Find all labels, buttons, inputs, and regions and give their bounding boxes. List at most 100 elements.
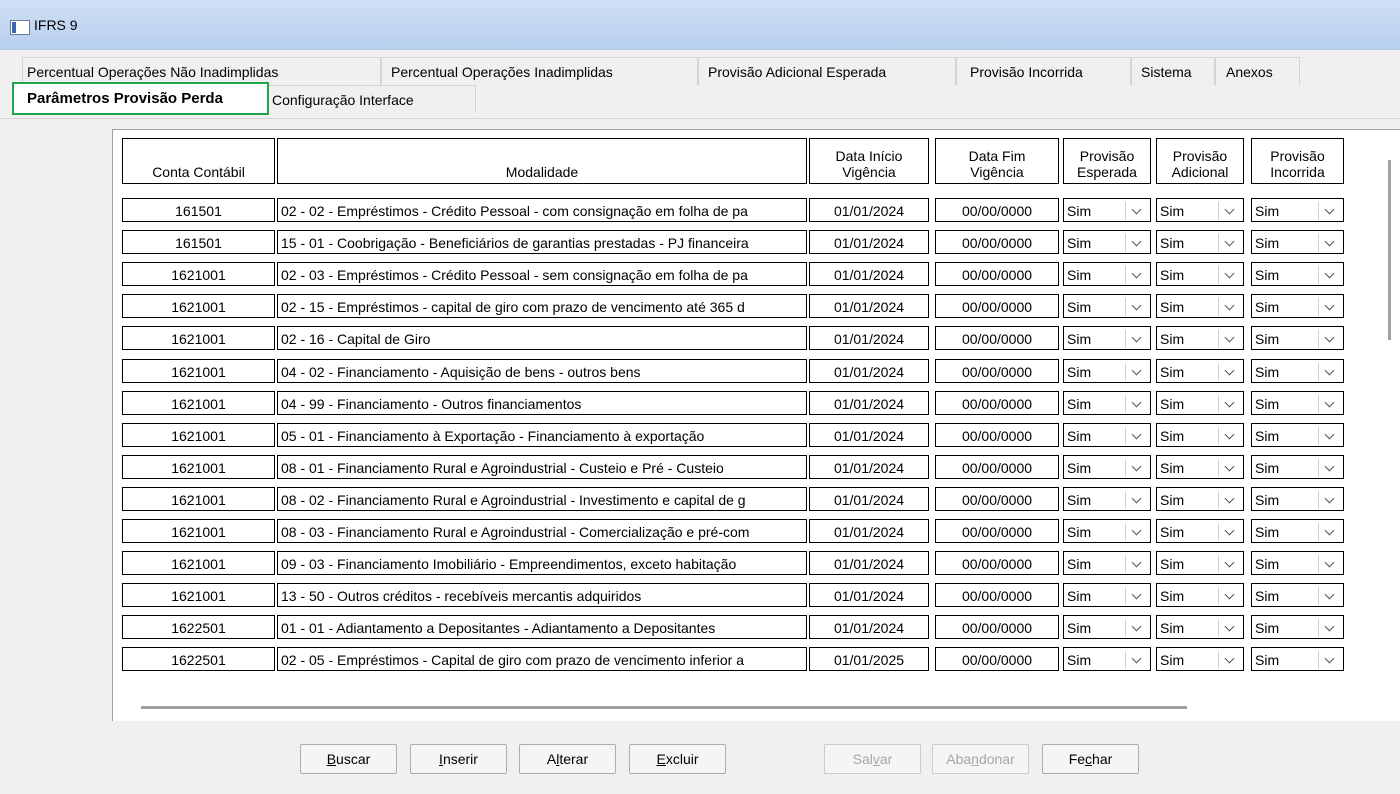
table-row[interactable]: 1621001 05 - 01 - Financiamento à Exporta… [113, 422, 1400, 451]
modalidade-cell[interactable]: 01 - 01 - Adiantamento a Depositantes - … [277, 615, 807, 640]
table-row[interactable]: 1621001 08 - 02 - Financiamento Rural e A… [113, 486, 1400, 515]
data-fim-cell[interactable]: 00/00/0000 [935, 422, 1059, 447]
header-provisao-adicional[interactable]: Provisão Adicional [1156, 138, 1244, 184]
conta-contabil-cell[interactable]: 1621001 [122, 326, 275, 351]
data-fim-cell[interactable]: 00/00/0000 [935, 519, 1059, 543]
provisao-adicional-select[interactable]: Sim [1156, 519, 1244, 543]
provisao-adicional-select[interactable]: Sim [1156, 615, 1244, 640]
data-inicio-cell[interactable]: 01/01/2024 [809, 326, 929, 351]
table-row[interactable]: 1622501 02 - 05 - Empréstimos - Capital d… [113, 647, 1400, 675]
provision-parameters-grid[interactable]: Conta Contábil Modalidade Data Início Vigê… [112, 129, 1400, 721]
chevron-down-icon[interactable] [1125, 202, 1147, 220]
data-fim-cell[interactable]: 00/00/0000 [935, 583, 1059, 608]
provisao-adicional-select[interactable]: Sim [1156, 294, 1244, 319]
data-fim-cell[interactable]: 00/00/0000 [935, 647, 1059, 672]
provisao-adicional-select[interactable]: Sim [1156, 390, 1244, 415]
chevron-down-icon[interactable] [1318, 458, 1340, 477]
chevron-down-icon[interactable] [1218, 458, 1240, 477]
header-data-inicio-vigencia[interactable]: Data Início Vigência [809, 138, 929, 184]
header-data-fim-vigencia[interactable]: Data Fim Vigência [935, 138, 1059, 184]
modalidade-cell[interactable]: 04 - 99 - Financiamento - Outros financi… [277, 390, 807, 415]
modalidade-cell[interactable]: 13 - 50 - Outros créditos - recebíveis m… [277, 583, 807, 608]
table-row[interactable]: 1621001 04 - 99 - Financiamento - Outros … [113, 390, 1400, 419]
provisao-incorrida-select[interactable]: Sim [1251, 519, 1344, 543]
data-fim-cell[interactable]: 00/00/0000 [935, 230, 1059, 255]
tab-provisao-incorrida[interactable]: Provisão Incorrida [956, 57, 1131, 85]
chevron-down-icon[interactable] [1218, 330, 1240, 349]
conta-contabil-cell[interactable]: 161501 [122, 230, 275, 255]
chevron-down-icon[interactable] [1318, 330, 1340, 349]
chevron-down-icon[interactable] [1218, 555, 1240, 574]
chevron-down-icon[interactable] [1218, 362, 1240, 381]
buscar-button[interactable]: Buscar [300, 744, 397, 774]
data-fim-cell[interactable]: 00/00/0000 [935, 615, 1059, 640]
data-inicio-cell[interactable]: 01/01/2024 [809, 454, 929, 479]
data-fim-cell[interactable]: 00/00/0000 [935, 486, 1059, 511]
modalidade-cell[interactable]: 02 - 02 - Empréstimos - Crédito Pessoal … [277, 198, 807, 222]
conta-contabil-cell[interactable]: 1621001 [122, 422, 275, 447]
chevron-down-icon[interactable] [1318, 587, 1340, 606]
chevron-down-icon[interactable] [1318, 202, 1340, 220]
modalidade-cell[interactable]: 02 - 15 - Empréstimos - capital de giro … [277, 294, 807, 319]
provisao-adicional-select[interactable]: Sim [1156, 454, 1244, 479]
table-row[interactable]: 1621001 09 - 03 - Financiamento Imobiliár… [113, 551, 1400, 579]
chevron-down-icon[interactable] [1218, 523, 1240, 541]
table-row[interactable]: 161501 02 - 02 - Empréstimos - Crédito Pe… [113, 198, 1400, 226]
chevron-down-icon[interactable] [1318, 362, 1340, 381]
modalidade-cell[interactable]: 08 - 02 - Financiamento Rural e Agroindu… [277, 486, 807, 511]
provisao-esperada-select[interactable]: Sim [1063, 551, 1151, 576]
chevron-down-icon[interactable] [1218, 266, 1240, 285]
data-fim-cell[interactable]: 00/00/0000 [935, 454, 1059, 479]
chevron-down-icon[interactable] [1218, 587, 1240, 606]
chevron-down-icon[interactable] [1318, 490, 1340, 509]
provisao-incorrida-select[interactable]: Sim [1251, 294, 1344, 319]
data-inicio-cell[interactable]: 01/01/2024 [809, 583, 929, 608]
chevron-down-icon[interactable] [1218, 619, 1240, 638]
data-inicio-cell[interactable]: 01/01/2024 [809, 551, 929, 576]
modalidade-cell[interactable]: 02 - 16 - Capital de Giro [277, 326, 807, 351]
alterar-button[interactable]: Alterar [519, 744, 616, 774]
provisao-incorrida-select[interactable]: Sim [1251, 198, 1344, 222]
modalidade-cell[interactable]: 04 - 02 - Financiamento - Aquisição de b… [277, 358, 807, 383]
chevron-down-icon[interactable] [1318, 555, 1340, 574]
chevron-down-icon[interactable] [1218, 394, 1240, 413]
conta-contabil-cell[interactable]: 1621001 [122, 390, 275, 415]
conta-contabil-cell[interactable]: 1621001 [122, 294, 275, 319]
data-fim-cell[interactable]: 00/00/0000 [935, 326, 1059, 351]
modalidade-cell[interactable]: 08 - 03 - Financiamento Rural e Agroindu… [277, 519, 807, 543]
chevron-down-icon[interactable] [1125, 619, 1147, 638]
header-conta-contabil[interactable]: Conta Contábil [122, 138, 275, 184]
provisao-incorrida-select[interactable]: Sim [1251, 358, 1344, 383]
excluir-button[interactable]: Excluir [629, 744, 726, 774]
provisao-esperada-select[interactable]: Sim [1063, 230, 1151, 255]
provisao-adicional-select[interactable]: Sim [1156, 486, 1244, 511]
provisao-esperada-select[interactable]: Sim [1063, 262, 1151, 287]
data-inicio-cell[interactable]: 01/01/2025 [809, 647, 929, 672]
provisao-adicional-select[interactable]: Sim [1156, 358, 1244, 383]
tab-provisao-adicional-esperada[interactable]: Provisão Adicional Esperada [698, 57, 956, 85]
provisao-incorrida-select[interactable]: Sim [1251, 551, 1344, 576]
chevron-down-icon[interactable] [1125, 298, 1147, 317]
provisao-esperada-select[interactable]: Sim [1063, 198, 1151, 222]
chevron-down-icon[interactable] [1218, 490, 1240, 509]
provisao-incorrida-select[interactable]: Sim [1251, 486, 1344, 511]
provisao-adicional-select[interactable]: Sim [1156, 551, 1244, 576]
provisao-esperada-select[interactable]: Sim [1063, 390, 1151, 415]
data-inicio-cell[interactable]: 01/01/2024 [809, 422, 929, 447]
data-fim-cell[interactable]: 00/00/0000 [935, 294, 1059, 319]
data-inicio-cell[interactable]: 01/01/2024 [809, 519, 929, 543]
table-row[interactable]: 161501 15 - 01 - Coobrigação - Beneficiár… [113, 230, 1400, 258]
chevron-down-icon[interactable] [1218, 426, 1240, 445]
provisao-esperada-select[interactable]: Sim [1063, 647, 1151, 672]
horizontal-scrollbar[interactable] [141, 706, 1187, 709]
table-row[interactable]: 1621001 02 - 16 - Capital de Giro 01/01/20… [113, 326, 1400, 354]
provisao-incorrida-select[interactable]: Sim [1251, 422, 1344, 447]
data-inicio-cell[interactable]: 01/01/2024 [809, 262, 929, 287]
tab-configuracao-interface[interactable]: Configuração Interface [267, 85, 476, 113]
table-row[interactable]: 1621001 02 - 15 - Empréstimos - capital d… [113, 294, 1400, 322]
chevron-down-icon[interactable] [1125, 458, 1147, 477]
provisao-adicional-select[interactable]: Sim [1156, 230, 1244, 255]
chevron-down-icon[interactable] [1218, 298, 1240, 317]
modalidade-cell[interactable]: 02 - 03 - Empréstimos - Crédito Pessoal … [277, 262, 807, 287]
provisao-adicional-select[interactable]: Sim [1156, 647, 1244, 672]
